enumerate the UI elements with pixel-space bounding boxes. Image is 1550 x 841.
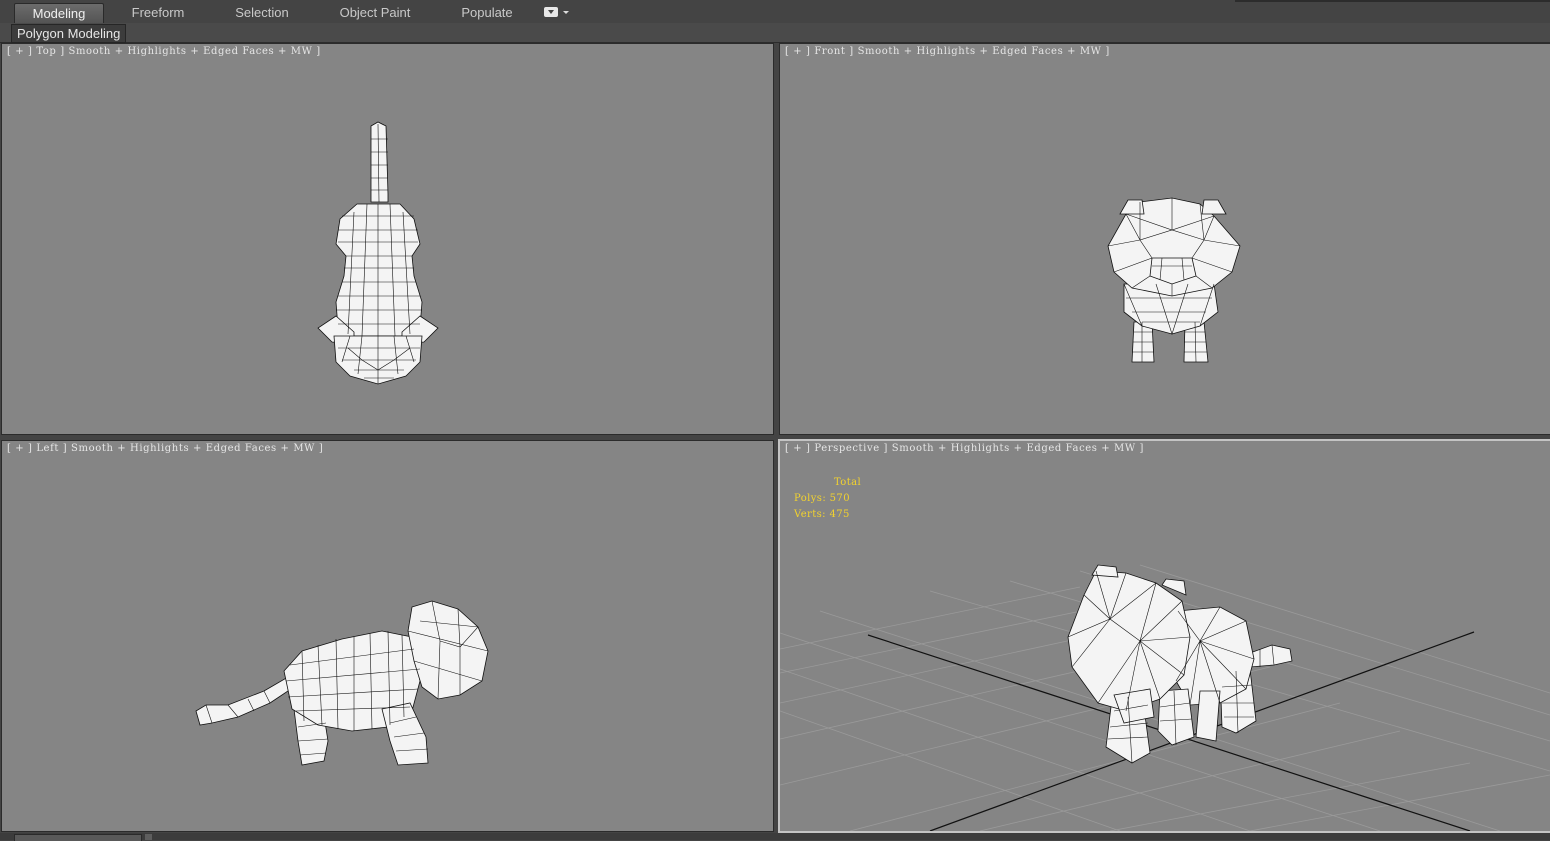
lion-mesh-left-view [195,600,489,766]
tab-modeling[interactable]: Modeling [14,3,104,23]
ribbon-options-dropdown[interactable] [544,7,570,19]
tab-selection[interactable]: Selection [222,3,302,22]
title-rule [1235,0,1550,2]
ribbon-tab-bar: Modeling Freeform Selection Object Paint… [0,0,1550,24]
lion-mesh-front-view [1107,197,1241,363]
tab-object-paint[interactable]: Object Paint [332,3,418,22]
ribbon-panel: Polygon Modeling [0,23,1550,43]
status-bar [0,833,1550,840]
polygon-modeling-panel-button[interactable]: Polygon Modeling [11,24,127,43]
viewport-top[interactable]: [ + ] Top ] Smooth + Highlights + Edged … [1,43,774,435]
time-slider-next-button[interactable] [145,834,152,840]
tab-populate[interactable]: Populate [450,3,524,22]
viewport-front[interactable]: [ + ] Front ] Smooth + Highlights + Edge… [779,43,1550,435]
perspective-scene [780,564,1550,831]
tab-freeform[interactable]: Freeform [118,3,198,22]
viewport-perspective[interactable]: [ + ] Perspective ] Smooth + Highlights … [778,439,1550,833]
viewport-left[interactable]: [ + ] Left ] Smooth + Highlights + Edged… [1,440,774,832]
dropdown-toggle-icon [544,7,558,17]
chevron-down-icon [563,11,569,14]
lion-mesh-perspective [1067,564,1293,764]
lion-mesh-top-view [317,121,439,385]
